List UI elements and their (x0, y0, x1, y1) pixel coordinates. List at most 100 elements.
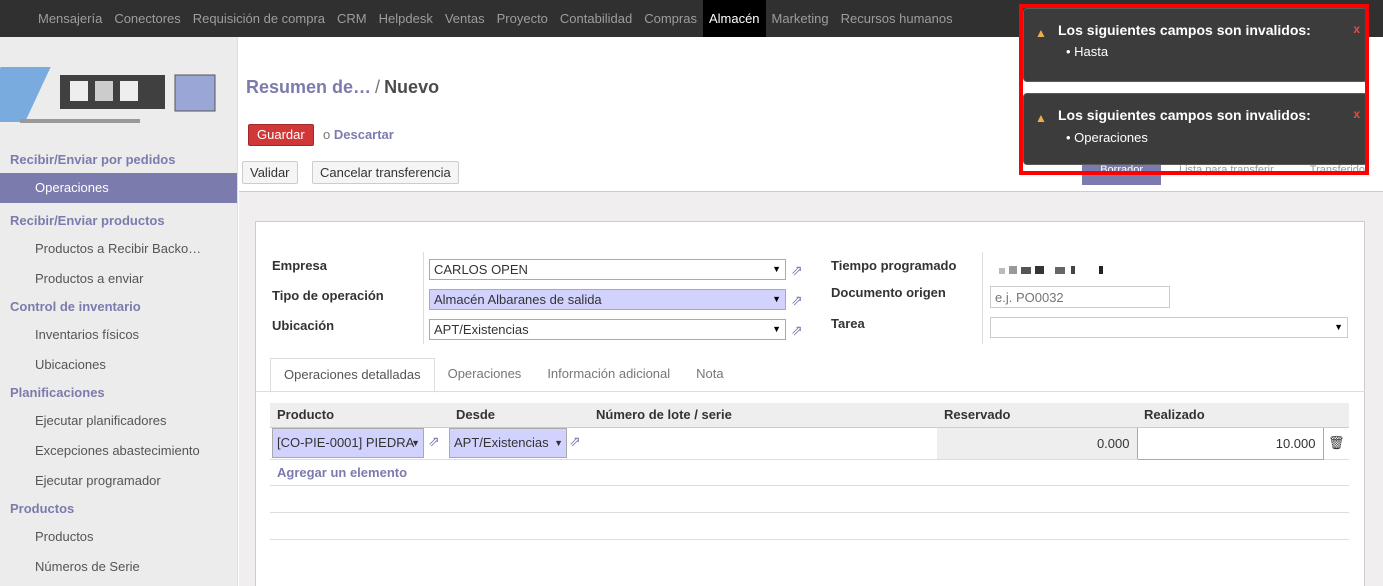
discard-button[interactable]: Descartar (334, 127, 394, 142)
highlight-box (1019, 4, 1369, 175)
sidebar-item-excepciones[interactable]: Excepciones abastecimiento (0, 436, 237, 466)
task-select[interactable]: ▼ (990, 317, 1348, 338)
sidebar-item-productos-enviar[interactable]: Productos a enviar (0, 264, 237, 294)
blurred-date (999, 266, 1103, 274)
sidebar-section-productos-envio[interactable]: Recibir/Enviar productos (0, 208, 237, 234)
cancel-transfer-button[interactable]: Cancelar transferencia (312, 161, 459, 184)
company-label: Empresa (272, 258, 327, 273)
menu-helpdesk[interactable]: Helpdesk (373, 0, 439, 37)
sidebar-item-ubicaciones[interactable]: Ubicaciones (0, 350, 237, 380)
op-type-label: Tipo de operación (272, 288, 384, 303)
sidebar-item-inventarios-fisicos[interactable]: Inventarios físicos (0, 320, 237, 350)
menu-ventas[interactable]: Ventas (439, 0, 491, 37)
sidebar-section-inventario[interactable]: Control de inventario (0, 294, 237, 320)
op-type-value: Almacén Albaranes de salida (434, 292, 602, 307)
sidebar-item-operaciones[interactable]: Operaciones (0, 173, 237, 203)
origin-label: Documento origen (831, 285, 946, 300)
location-value: APT/Existencias (434, 322, 529, 337)
scheduled-label: Tiempo programado (831, 258, 957, 273)
operations-table: Producto Desde Número de lote / serie Re… (270, 403, 1349, 540)
col-lot[interactable]: Número de lote / serie (589, 403, 937, 428)
chevron-down-icon: ▼ (411, 438, 420, 448)
menu-proyecto[interactable]: Proyecto (491, 0, 554, 37)
from-cell[interactable]: APT/Existencias ▼ ⇗ (449, 427, 589, 460)
from-select[interactable]: APT/Existencias ▼ (449, 428, 567, 458)
breadcrumb-parent[interactable]: Resumen de… (246, 77, 371, 97)
or-text: o (323, 127, 331, 142)
breadcrumb-current: Nuevo (384, 77, 440, 97)
discard-group: o Descartar (323, 127, 394, 142)
menu-requisicion[interactable]: Requisición de compra (187, 0, 331, 37)
table-header-row: Producto Desde Número de lote / serie Re… (270, 403, 1349, 428)
location-select[interactable]: APT/Existencias ▼ (429, 319, 786, 340)
external-link-icon[interactable]: ⇗ (791, 293, 807, 307)
task-label: Tarea (831, 316, 865, 331)
add-line-link[interactable]: Agregar un elemento (270, 459, 1349, 486)
validate-button[interactable]: Validar (242, 161, 298, 184)
logo-image (0, 67, 216, 123)
table-row: [CO-PIE-0001] PIEDRA ▼ ⇗ APT/Existencias ▼… (270, 426, 1349, 460)
save-button[interactable]: Guardar (248, 124, 314, 146)
external-link-icon[interactable]: ⇗ (791, 323, 807, 337)
add-line-row: Agregar un elemento (270, 459, 1349, 486)
sidebar-section-planificaciones[interactable]: Planificaciones (0, 380, 237, 406)
tabs-divider (256, 391, 1365, 392)
col-actions (1323, 403, 1349, 428)
menu-almacen[interactable]: Almacén (702, 0, 766, 37)
done-cell[interactable]: 10.000 (1136, 426, 1324, 460)
from-value: APT/Existencias (454, 435, 549, 450)
external-link-icon[interactable]: ⇗ (791, 263, 807, 277)
external-link-icon[interactable]: ⇗ (428, 433, 440, 449)
col-from[interactable]: Desde (449, 403, 589, 428)
divider-right (982, 252, 983, 344)
op-type-select[interactable]: Almacén Albaranes de salida ▼ (429, 289, 786, 310)
sidebar-item-numeros-serie[interactable]: Números de Serie (0, 552, 237, 582)
scheduled-date-value[interactable] (999, 264, 1124, 276)
company-select[interactable]: CARLOS OPEN ▼ (429, 259, 786, 280)
menu-compras[interactable]: Compras (638, 0, 703, 37)
chevron-down-icon: ▼ (772, 264, 781, 274)
form-sheet: Empresa Tipo de operación Ubicación CARL… (255, 221, 1365, 586)
lot-cell[interactable] (589, 427, 937, 460)
reserved-cell: 0.000 (937, 427, 1137, 460)
company-value: CARLOS OPEN (434, 262, 528, 277)
chevron-down-icon: ▼ (554, 438, 563, 448)
table-row (270, 512, 1349, 540)
sidebar-item-ejecutar-planificadores[interactable]: Ejecutar planificadores (0, 406, 237, 436)
chevron-down-icon: ▼ (772, 294, 781, 304)
origin-field[interactable] (990, 286, 1170, 308)
sidebar-item-ejecutar-programador[interactable]: Ejecutar programador (0, 466, 237, 496)
tab-nota[interactable]: Nota (683, 358, 736, 392)
trash-icon[interactable]: 🗑 (1323, 427, 1349, 460)
sidebar-menu: Recibir/Enviar por pedidos Operaciones R… (0, 147, 237, 582)
menu-marketing[interactable]: Marketing (766, 0, 835, 37)
col-done[interactable]: Realizado (1137, 403, 1323, 428)
external-link-icon[interactable]: ⇗ (569, 433, 581, 449)
menu-conectores[interactable]: Conectores (108, 0, 186, 37)
sidebar-section-pedidos[interactable]: Recibir/Enviar por pedidos (0, 147, 237, 173)
notebook-tabs: Operaciones detalladas Operaciones Infor… (270, 358, 737, 393)
sidebar-item-productos[interactable]: Productos (0, 522, 237, 552)
menu-mensajeria[interactable]: Mensajería (29, 0, 108, 37)
menu-contabilidad[interactable]: Contabilidad (554, 0, 638, 37)
sidebar-section-productos[interactable]: Productos (0, 496, 237, 522)
tab-operaciones[interactable]: Operaciones (435, 358, 535, 392)
col-product[interactable]: Producto (270, 403, 449, 428)
sidebar: Recibir/Enviar por pedidos Operaciones R… (0, 37, 238, 586)
tab-informacion-adicional[interactable]: Información adicional (534, 358, 683, 392)
chevron-down-icon: ▼ (772, 324, 781, 334)
menu-recursos-humanos[interactable]: Recursos humanos (835, 0, 959, 37)
breadcrumb: Resumen de… / Nuevo (246, 77, 439, 98)
location-label: Ubicación (272, 318, 335, 333)
table-row (270, 485, 1349, 513)
menu-crm[interactable]: CRM (331, 0, 373, 37)
product-select[interactable]: [CO-PIE-0001] PIEDRA ▼ (272, 428, 424, 458)
breadcrumb-separator: / (375, 77, 381, 97)
divider-left (423, 252, 424, 344)
tab-operaciones-detalladas[interactable]: Operaciones detalladas (270, 358, 435, 393)
sidebar-item-productos-recibir[interactable]: Productos a Recibir Backo… (0, 234, 237, 264)
chevron-down-icon: ▼ (1334, 322, 1343, 332)
product-cell[interactable]: [CO-PIE-0001] PIEDRA ▼ ⇗ (270, 427, 449, 460)
col-reserved[interactable]: Reservado (937, 403, 1137, 428)
company-logo (0, 47, 237, 137)
